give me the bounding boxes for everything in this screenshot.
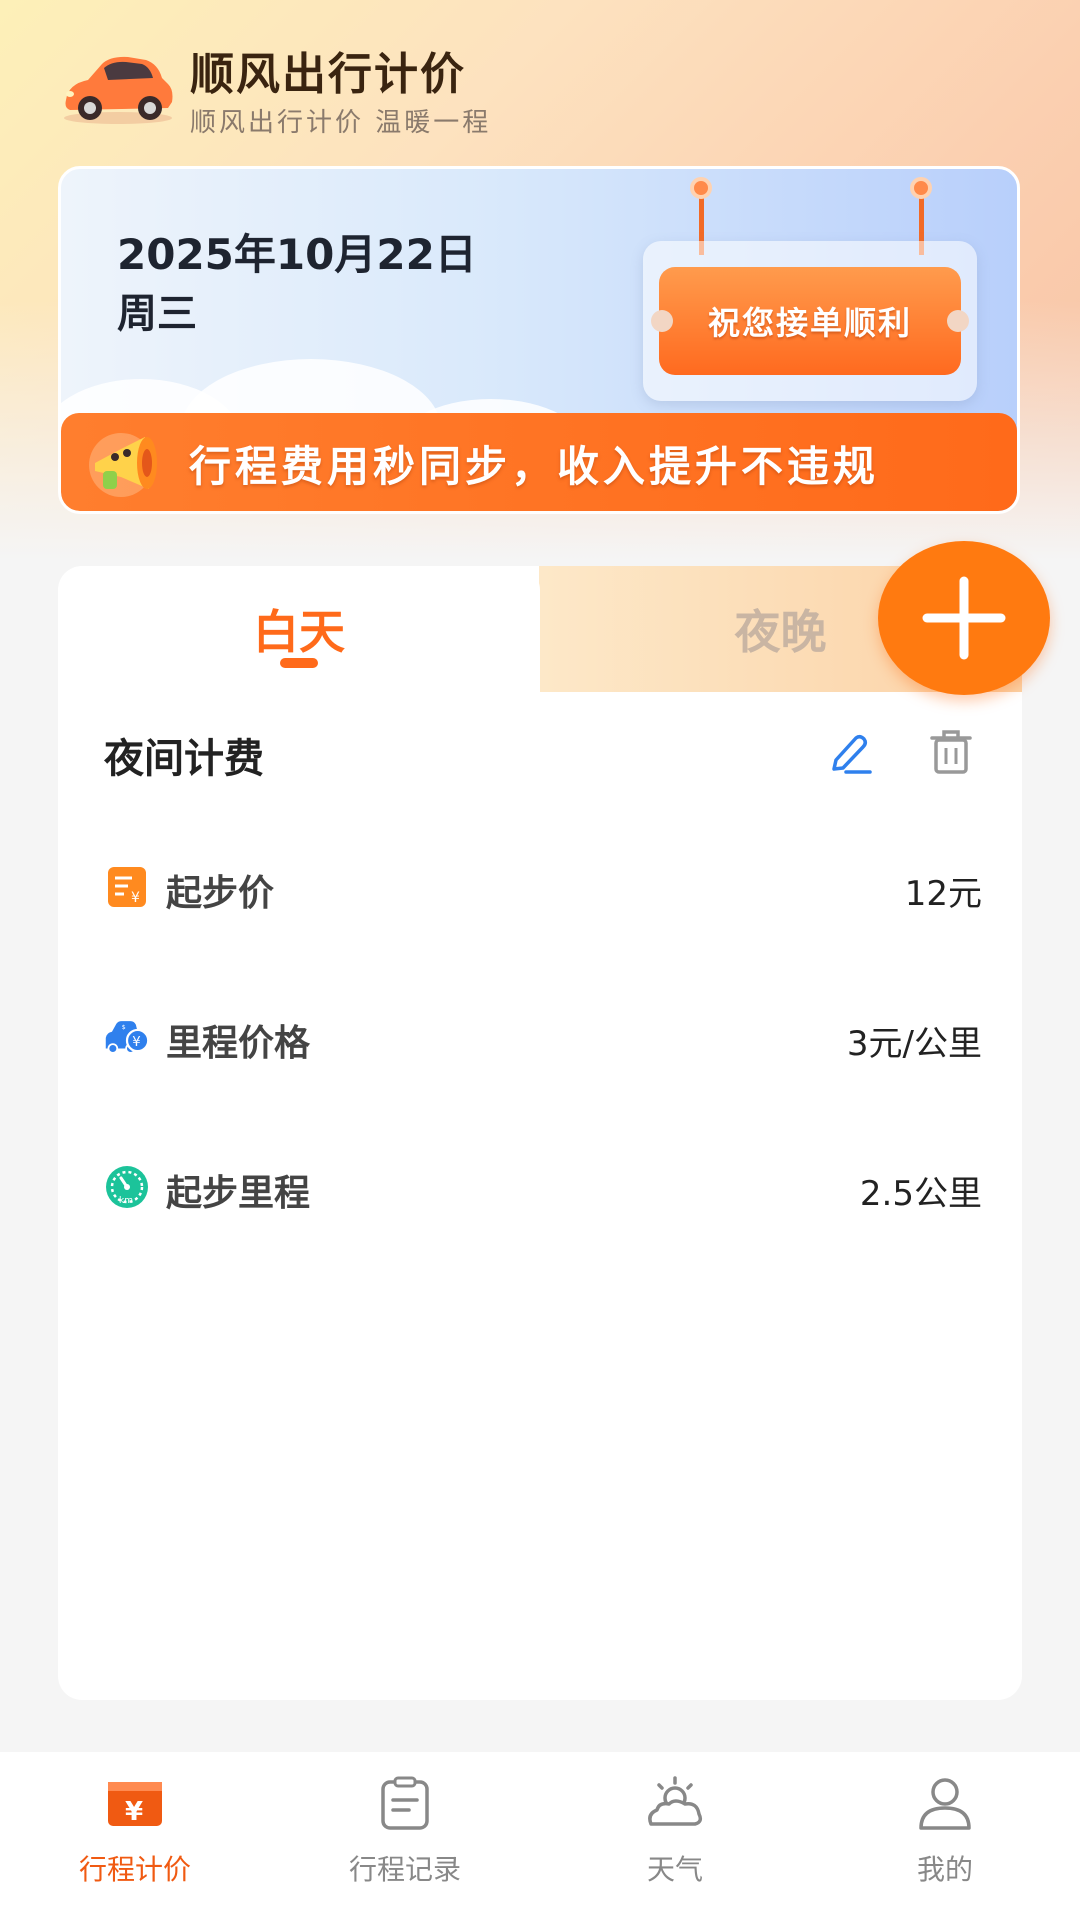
plus-icon [922,576,1006,660]
record-icon [381,1776,429,1830]
nav-item-records[interactable]: 行程记录 [270,1752,540,1920]
trash-icon[interactable] [928,728,974,776]
fare-card: 白天 夜晚 夜间计费 ¥ 起步价 12元 ¥ $ 里程价格 3元/公里 km 起… [58,566,1022,1700]
nav-item-fare[interactable]: ¥ 行程计价 [0,1752,270,1920]
nav-label: 行程计价 [78,1853,191,1886]
fee-value: 3元/公里 [846,1024,982,1064]
svg-text:$: $ [122,1024,126,1031]
svg-text:¥: ¥ [125,1797,143,1827]
fee-section-title: 夜间计费 [104,736,264,782]
promo-banner[interactable]: 2025年10月22日 周三 祝您接单顺利 行程费用秒同步，收入提升不违规 [58,166,1020,514]
app-subtitle: 顺风出行计价 温暖一程 [190,108,492,138]
day-night-tabs: 白天 夜晚 [58,566,1022,692]
bottom-nav: ¥ 行程计价 行程记录 天气 我的 [0,1752,1080,1920]
nav-label: 天气 [646,1853,703,1886]
fee-label: 起步价 [166,873,275,914]
fee-label: 里程价格 [166,1023,311,1064]
banner-weekday: 周三 [117,291,197,337]
tab-day-label: 白天 [253,605,345,659]
mileage-price-icon: ¥ $ [105,1021,150,1054]
ticket-notch [947,310,969,332]
edit-icon[interactable] [826,728,874,776]
sign-knob [910,177,932,199]
nav-item-profile[interactable]: 我的 [810,1752,1080,1920]
sign-knob [690,177,712,199]
fee-row-start-price: ¥ 起步价 12元 [104,856,982,916]
fee-value: 2.5公里 [859,1174,982,1214]
fare-icon: ¥ [108,1782,162,1827]
promo-strip-text: 行程费用秒同步，收入提升不违规 [189,442,880,491]
fee-row-mileage-price: ¥ $ 里程价格 3元/公里 [104,1006,982,1066]
megaphone-icon [89,433,157,497]
profile-icon [919,1778,971,1830]
nav-label: 行程记录 [348,1853,461,1886]
start-mileage-icon: km [106,1166,148,1208]
tab-day[interactable]: 白天 [58,566,540,692]
svg-text:¥: ¥ [131,890,140,906]
nav-item-weather[interactable]: 天气 [540,1752,810,1920]
app-title: 顺风出行计价 [190,49,466,100]
greeting-sign-text: 祝您接单顺利 [659,267,961,375]
weather-icon [648,1776,703,1826]
active-tab-indicator [280,658,318,668]
fee-value: 12元 [904,874,982,914]
greeting-sign: 祝您接单顺利 [643,241,977,401]
app-header: 顺风出行计价 顺风出行计价 温暖一程 [58,38,1018,138]
start-price-icon: ¥ [108,867,146,907]
banner-date: 2025年10月22日 [117,230,477,279]
svg-text:¥: ¥ [132,1035,140,1050]
add-button[interactable] [878,541,1050,695]
fee-label: 起步里程 [166,1173,311,1214]
nav-label: 我的 [916,1853,973,1886]
ticket-notch [651,310,673,332]
fee-row-start-mileage: km 起步里程 2.5公里 [104,1156,982,1216]
car-logo-icon [64,56,173,124]
promo-strip: 行程费用秒同步，收入提升不违规 [61,413,1017,511]
svg-text:km: km [119,1196,133,1206]
